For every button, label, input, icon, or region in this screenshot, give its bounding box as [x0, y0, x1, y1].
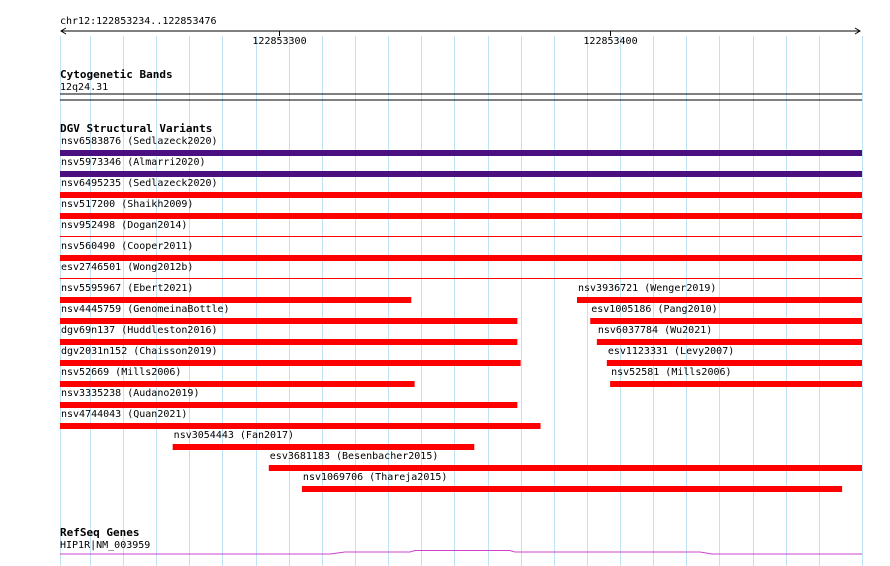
dgv-variant[interactable]: nsv4744043 (Quan2021)	[60, 409, 541, 429]
dgv-variant[interactable]: esv2746501 (Wong2012b)	[60, 262, 862, 279]
dgv-variant-label[interactable]: esv3681183 (Besenbacher2015)	[270, 451, 439, 462]
dgv-variant[interactable]: nsv52669 (Mills2006)	[60, 367, 415, 387]
dgv-variant-bar[interactable]	[60, 297, 412, 303]
dgv-variant-label[interactable]: dgv69n137 (Huddleston2016)	[61, 325, 218, 336]
dgv-variant-bar[interactable]	[60, 192, 862, 198]
dgv-variant-label[interactable]: nsv6495235 (Sedlazeck2020)	[61, 178, 218, 189]
dgv-track: DGV Structural Variants nsv6583876 (Sedl…	[60, 122, 862, 492]
dgv-variant[interactable]: dgv2031n152 (Chaisson2019)	[60, 346, 521, 366]
region-label: chr12:122853234..122853476	[60, 16, 217, 27]
dgv-variant[interactable]: esv3681183 (Besenbacher2015)	[268, 451, 862, 471]
dgv-variant[interactable]: dgv69n137 (Huddleston2016)	[60, 325, 518, 345]
dgv-variant-bar[interactable]	[60, 423, 541, 429]
ruler-ticks: 122853300 122853400	[252, 31, 638, 47]
dgv-variant-bar[interactable]	[301, 486, 843, 492]
dgv-variant-bar[interactable]	[576, 297, 862, 303]
dgv-variant-bar[interactable]	[606, 360, 862, 366]
dgv-variant-label[interactable]: nsv52581 (Mills2006)	[611, 367, 731, 378]
dgv-variant[interactable]: nsv1069706 (Thareja2015)	[301, 472, 843, 492]
dgv-variant-label[interactable]: nsv517200 (Shaikh2009)	[61, 199, 193, 210]
refseq-gene-model[interactable]	[60, 550, 862, 555]
dgv-variant-label[interactable]: nsv6583876 (Sedlazeck2020)	[61, 136, 218, 147]
dgv-variant-label[interactable]: esv2746501 (Wong2012b)	[61, 262, 193, 273]
dgv-variant-bar[interactable]	[60, 213, 862, 219]
dgv-variant-bar[interactable]	[60, 278, 862, 279]
dgv-variant-bar[interactable]	[596, 339, 862, 345]
dgv-variant-bar[interactable]	[60, 339, 518, 345]
dgv-variant-bar[interactable]	[60, 236, 862, 237]
dgv-variant-label[interactable]: nsv3054443 (Fan2017)	[174, 430, 294, 441]
dgv-variant-label[interactable]: nsv952498 (Dogan2014)	[61, 220, 187, 231]
dgv-track-title: DGV Structural Variants	[60, 122, 212, 135]
dgv-variant-bar[interactable]	[60, 171, 862, 177]
ruler-tick-label-1: 122853400	[583, 36, 637, 47]
dgv-variant[interactable]: esv1123331 (Levy2007)	[606, 346, 862, 366]
refseq-track-title: RefSeq Genes	[60, 526, 139, 539]
dgv-variant-bar[interactable]	[60, 360, 521, 366]
dgv-variant[interactable]: nsv6583876 (Sedlazeck2020)	[60, 136, 862, 156]
dgv-variant-label[interactable]: nsv3936721 (Wenger2019)	[578, 283, 716, 294]
dgv-variant[interactable]: nsv3335238 (Audano2019)	[60, 388, 518, 408]
dgv-variant-bar[interactable]	[60, 318, 518, 324]
dgv-variant[interactable]: nsv4445759 (GenomeinaBottle)	[60, 304, 518, 324]
dgv-variant[interactable]: nsv52581 (Mills2006)	[610, 367, 862, 387]
dgv-variant-label[interactable]: nsv3335238 (Audano2019)	[61, 388, 199, 399]
ruler: chr12:122853234..122853476 122853300 1228…	[60, 16, 861, 47]
dgv-variant[interactable]: esv1005186 (Pang2010)	[590, 304, 862, 324]
dgv-variant-label[interactable]: nsv5973346 (Almarri2020)	[61, 157, 206, 168]
dgv-variant-bar[interactable]	[590, 318, 862, 324]
dgv-variant-label[interactable]: esv1123331 (Levy2007)	[608, 346, 734, 357]
dgv-variant[interactable]: nsv560490 (Cooper2011)	[60, 241, 862, 261]
dgv-variant-bar[interactable]	[268, 465, 862, 471]
dgv-variant-label[interactable]: nsv560490 (Cooper2011)	[61, 241, 193, 252]
dgv-features: nsv6583876 (Sedlazeck2020) nsv5973346 (Al…	[60, 136, 862, 492]
dgv-variant-label[interactable]: nsv6037784 (Wu2021)	[598, 325, 712, 336]
cytoband-track: Cytogenetic Bands 12q24.31	[60, 68, 862, 101]
dgv-variant[interactable]: nsv6037784 (Wu2021)	[596, 325, 862, 345]
dgv-variant-bar[interactable]	[60, 402, 518, 408]
refseq-gene-label[interactable]: HIP1R|NM_003959	[60, 540, 150, 551]
dgv-variant-bar[interactable]	[60, 255, 862, 261]
dgv-variant-label[interactable]: nsv52669 (Mills2006)	[61, 367, 181, 378]
dgv-variant[interactable]: nsv5973346 (Almarri2020)	[60, 157, 862, 177]
dgv-variant-label[interactable]: nsv5595967 (Ebert2021)	[61, 283, 193, 294]
dgv-variant[interactable]: nsv3054443 (Fan2017)	[172, 430, 475, 450]
dgv-variant-label[interactable]: dgv2031n152 (Chaisson2019)	[61, 346, 218, 357]
refseq-track: RefSeq Genes HIP1R|NM_003959	[60, 526, 862, 555]
dgv-variant-bar[interactable]	[60, 150, 862, 156]
dgv-variant-label[interactable]: nsv4445759 (GenomeinaBottle)	[61, 304, 230, 315]
dgv-variant-bar[interactable]	[610, 381, 862, 387]
dgv-variant-label[interactable]: esv1005186 (Pang2010)	[591, 304, 717, 315]
cytoband-name: 12q24.31	[60, 82, 108, 93]
dgv-variant[interactable]: nsv952498 (Dogan2014)	[60, 220, 862, 237]
dgv-variant[interactable]: nsv5595967 (Ebert2021)	[60, 283, 412, 303]
dgv-variant-label[interactable]: nsv1069706 (Thareja2015)	[303, 472, 448, 483]
ruler-tick-label-0: 122853300	[252, 36, 306, 47]
cytoband-track-title: Cytogenetic Bands	[60, 68, 173, 81]
dgv-variant-bar[interactable]	[172, 444, 475, 450]
dgv-variant[interactable]: nsv517200 (Shaikh2009)	[60, 199, 862, 219]
dgv-variant-label[interactable]: nsv4744043 (Quan2021)	[61, 409, 187, 420]
genome-browser-view: chr12:122853234..122853476 122853300 1228…	[60, 16, 863, 566]
dgv-variant-bar[interactable]	[60, 381, 415, 387]
dgv-variant[interactable]: nsv6495235 (Sedlazeck2020)	[60, 178, 862, 198]
